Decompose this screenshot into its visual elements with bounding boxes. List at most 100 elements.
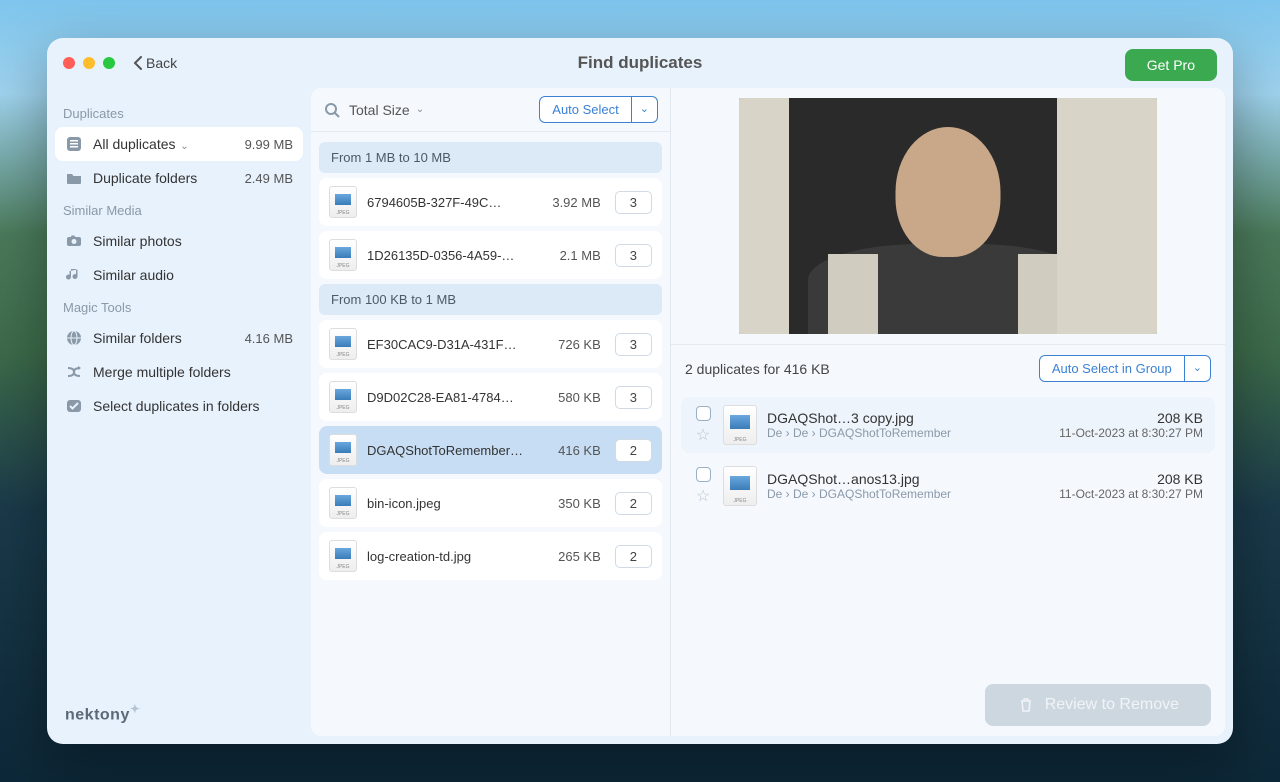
- duplicate-files-list: ☆ DGAQShot…3 copy.jpg De › De › DGAQShot…: [671, 392, 1225, 519]
- check-folder-icon: [65, 397, 83, 415]
- app-window: Back Find duplicates Get Pro Duplicates …: [47, 38, 1233, 744]
- duplicate-group-row[interactable]: 1D26135D-0356-4A59-… 2.1 MB 3: [319, 231, 662, 279]
- sidebar-item-label: Duplicate folders: [93, 170, 235, 186]
- review-remove-button[interactable]: Review to Remove: [985, 684, 1211, 726]
- get-pro-button[interactable]: Get Pro: [1125, 49, 1217, 81]
- globe-icon: [65, 329, 83, 347]
- back-button[interactable]: Back: [133, 55, 177, 71]
- sidebar-section-label: Duplicates: [55, 98, 303, 127]
- sort-label: Total Size: [349, 102, 410, 118]
- sidebar-item-duplicate-folders[interactable]: Duplicate folders 2.49 MB: [55, 161, 303, 195]
- sort-button[interactable]: Total Size ⌄: [349, 102, 424, 118]
- dup-count-badge: 2: [615, 492, 652, 515]
- file-size: 580 KB: [558, 390, 601, 405]
- list-body[interactable]: From 1 MB to 10 MB 6794605B-327F-49C… 3.…: [311, 132, 670, 736]
- file-size: 265 KB: [558, 549, 601, 564]
- sidebar-item-label: Similar photos: [93, 233, 293, 249]
- sidebar-item-label: All duplicates ⌄: [93, 136, 235, 152]
- jpeg-thumb-icon: [329, 186, 357, 218]
- window-title: Find duplicates: [47, 53, 1233, 73]
- trash-icon: [1017, 696, 1035, 714]
- file-info: DGAQShot…anos13.jpg De › De › DGAQShotTo…: [767, 471, 1049, 501]
- jpeg-thumb-icon: [723, 405, 757, 445]
- sidebar-item-similar-folders[interactable]: Similar folders 4.16 MB: [55, 321, 303, 355]
- file-size: 3.92 MB: [552, 195, 600, 210]
- duplicate-group-row[interactable]: EF30CAC9-D31A-431F… 726 KB 3: [319, 320, 662, 368]
- sidebar-item-merge-folders[interactable]: Merge multiple folders: [55, 355, 303, 389]
- detail-summary: 2 duplicates for 416 KB: [685, 361, 830, 377]
- file-date: 11-Oct-2023 at 8:30:27 PM: [1059, 487, 1203, 501]
- chevron-down-icon: ⌄: [178, 141, 189, 152]
- detail-header: 2 duplicates for 416 KB Auto Select in G…: [671, 345, 1225, 392]
- preview-area: [671, 88, 1225, 345]
- sidebar-item-size: 2.49 MB: [245, 171, 293, 186]
- sidebar-item-label: Similar audio: [93, 267, 293, 283]
- close-window[interactable]: [63, 57, 75, 69]
- bottom-bar: Review to Remove: [671, 674, 1225, 736]
- duplicate-group-row[interactable]: 6794605B-327F-49C… 3.92 MB 3: [319, 178, 662, 226]
- body: Duplicates All duplicates ⌄ 9.99 MB Dupl…: [47, 88, 1233, 744]
- file-meta: 208 KB 11-Oct-2023 at 8:30:27 PM: [1059, 471, 1203, 501]
- file-name: 1D26135D-0356-4A59-…: [367, 248, 550, 263]
- sidebar-section-label: Magic Tools: [55, 292, 303, 321]
- group-header: From 1 MB to 10 MB: [319, 142, 662, 173]
- row-controls: ☆: [693, 467, 713, 506]
- music-icon: [65, 266, 83, 284]
- sidebar-section-label: Similar Media: [55, 195, 303, 224]
- auto-select-dropdown[interactable]: ⌄: [632, 96, 658, 123]
- merge-icon: [65, 363, 83, 381]
- traffic-lights: [63, 57, 115, 69]
- duplicate-group-row[interactable]: log-creation-td.jpg 265 KB 2: [319, 532, 662, 580]
- sidebar-item-label: Select duplicates in folders: [93, 398, 293, 414]
- preview-image: [739, 98, 1157, 334]
- minimize-window[interactable]: [83, 57, 95, 69]
- camera-icon: [65, 232, 83, 250]
- file-name: bin-icon.jpeg: [367, 496, 548, 511]
- file-meta: 208 KB 11-Oct-2023 at 8:30:27 PM: [1059, 410, 1203, 440]
- jpeg-thumb-icon: [329, 328, 357, 360]
- select-checkbox[interactable]: [696, 406, 711, 421]
- file-name: DGAQShot…3 copy.jpg: [767, 410, 1049, 426]
- titlebar: Back Find duplicates Get Pro: [47, 38, 1233, 88]
- sidebar-item-label: Merge multiple folders: [93, 364, 293, 380]
- row-controls: ☆: [693, 406, 713, 445]
- brand-logo: nektony✦: [65, 702, 140, 724]
- review-label: Review to Remove: [1045, 696, 1179, 714]
- file-info: DGAQShot…3 copy.jpg De › De › DGAQShotTo…: [767, 410, 1049, 440]
- auto-select-group-button[interactable]: Auto Select in Group: [1039, 355, 1185, 382]
- file-size: 726 KB: [558, 337, 601, 352]
- list-header: Total Size ⌄ Auto Select ⌄: [311, 88, 670, 132]
- group-header: From 100 KB to 1 MB: [319, 284, 662, 315]
- jpeg-thumb-icon: [329, 540, 357, 572]
- file-size: 208 KB: [1059, 471, 1203, 487]
- chevron-down-icon: ⌄: [416, 104, 424, 115]
- jpeg-thumb-icon: [723, 466, 757, 506]
- file-name: DGAQShotToRemember…: [367, 443, 548, 458]
- file-size: 208 KB: [1059, 410, 1203, 426]
- file-name: EF30CAC9-D31A-431F…: [367, 337, 548, 352]
- dup-count-badge: 3: [615, 191, 652, 214]
- duplicate-file-row[interactable]: ☆ DGAQShot…anos13.jpg De › De › DGAQShot…: [681, 458, 1215, 514]
- jpeg-thumb-icon: [329, 434, 357, 466]
- duplicate-group-row[interactable]: bin-icon.jpeg 350 KB 2: [319, 479, 662, 527]
- auto-select-group-dropdown[interactable]: ⌄: [1185, 355, 1211, 382]
- folder-icon: [65, 169, 83, 187]
- search-icon[interactable]: [323, 101, 341, 119]
- sidebar-item-all-duplicates[interactable]: All duplicates ⌄ 9.99 MB: [55, 127, 303, 161]
- duplicate-group-row[interactable]: DGAQShotToRemember… 416 KB 2: [319, 426, 662, 474]
- sidebar-item-select-in-folders[interactable]: Select duplicates in folders: [55, 389, 303, 423]
- duplicate-file-row[interactable]: ☆ DGAQShot…3 copy.jpg De › De › DGAQShot…: [681, 397, 1215, 453]
- favorite-star-icon[interactable]: ☆: [696, 486, 710, 506]
- file-size: 350 KB: [558, 496, 601, 511]
- dup-count-badge: 3: [615, 333, 652, 356]
- duplicate-group-row[interactable]: D9D02C28-EA81-4784… 580 KB 3: [319, 373, 662, 421]
- favorite-star-icon[interactable]: ☆: [696, 425, 710, 445]
- select-checkbox[interactable]: [696, 467, 711, 482]
- auto-select-button[interactable]: Auto Select: [539, 96, 632, 123]
- file-path: De › De › DGAQShotToRemember: [767, 487, 1049, 501]
- maximize-window[interactable]: [103, 57, 115, 69]
- sidebar-item-similar-audio[interactable]: Similar audio: [55, 258, 303, 292]
- jpeg-thumb-icon: [329, 487, 357, 519]
- dup-count-badge: 3: [615, 386, 652, 409]
- sidebar-item-similar-photos[interactable]: Similar photos: [55, 224, 303, 258]
